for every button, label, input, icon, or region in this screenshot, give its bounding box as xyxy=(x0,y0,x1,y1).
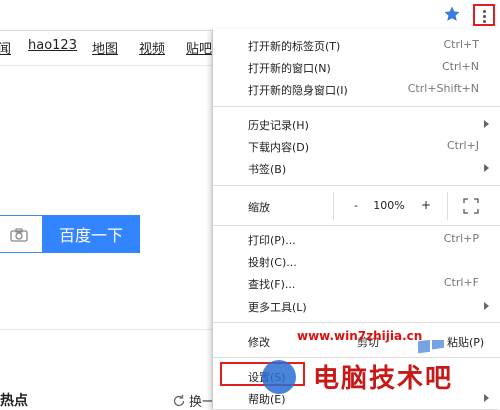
menu-item-print[interactable]: 打印(P)... Ctrl+P xyxy=(213,228,500,250)
browser-toolbar xyxy=(0,0,500,31)
nav-link-map[interactable]: 地图 xyxy=(92,38,118,57)
menu-item-cast[interactable]: 投射(C)... xyxy=(213,250,500,272)
nav-link-news[interactable]: 闻 xyxy=(0,38,11,57)
refresh-icon xyxy=(173,394,185,406)
menu-label: 下载内容(D) xyxy=(248,141,310,154)
menu-label: 打开新的标签页(T) xyxy=(248,40,341,53)
menu-label: 更多工具(L) xyxy=(248,301,307,314)
swap-button[interactable]: 换一 xyxy=(172,391,215,410)
menu-separator xyxy=(213,225,500,226)
menu-label: 历史记录(H) xyxy=(248,119,309,132)
menu-item-incognito[interactable]: 打开新的隐身窗口(I) Ctrl+Shift+N xyxy=(213,78,500,100)
menu-shortcut: Ctrl+J xyxy=(446,139,479,152)
menu-separator xyxy=(213,185,500,186)
menu-separator xyxy=(213,322,500,323)
hot-title: 热点 xyxy=(0,393,28,409)
fullscreen-icon[interactable] xyxy=(463,198,479,214)
menu-label: 缩放 xyxy=(248,201,270,214)
menu-item-more-tools[interactable]: 更多工具(L) xyxy=(213,295,500,317)
divider xyxy=(0,329,212,330)
menu-item-history[interactable]: 历史记录(H) xyxy=(213,113,500,135)
menu-label: 查找(F)... xyxy=(248,278,296,291)
camera-icon[interactable] xyxy=(10,228,28,242)
submenu-arrow-icon xyxy=(484,120,489,128)
nav-link-hao123[interactable]: hao123 xyxy=(28,38,77,53)
menu-item-zoom: 缩放 - 100% + xyxy=(213,192,500,220)
nav-link-video[interactable]: 视频 xyxy=(139,38,165,57)
menu-label: 打开新的窗口(N) xyxy=(248,62,331,75)
watermark-text: 电脑技术吧 xyxy=(313,364,454,394)
menu-shortcut: Ctrl+T xyxy=(443,38,479,51)
divider xyxy=(447,192,448,220)
menu-shortcut: Ctrl+F xyxy=(443,276,479,289)
menu-item-new-window[interactable]: 打开新的窗口(N) Ctrl+N xyxy=(213,56,500,78)
bookmark-star-icon[interactable] xyxy=(443,5,461,23)
submenu-arrow-icon xyxy=(484,164,489,172)
menu-label: 打开新的隐身窗口(I) xyxy=(248,84,348,97)
menu-label: 投射(C)... xyxy=(248,256,297,269)
menu-shortcut: Ctrl+P xyxy=(443,232,479,245)
menu-item-bookmarks[interactable]: 书签(B) xyxy=(213,157,500,179)
divider xyxy=(333,192,334,220)
menu-item-find[interactable]: 查找(F)... Ctrl+F xyxy=(213,272,500,294)
submenu-arrow-icon xyxy=(484,394,489,402)
watermark-logo-icon xyxy=(262,360,296,394)
submenu-arrow-icon xyxy=(484,302,489,310)
zoom-level: 100% xyxy=(373,199,405,212)
zoom-out-button[interactable]: - xyxy=(351,199,361,212)
menu-shortcut: Ctrl+N xyxy=(441,60,479,73)
nav-link-tieba[interactable]: 贴吧 xyxy=(186,38,212,57)
menu-label: 打印(P)... xyxy=(248,234,296,247)
menu-item-new-tab[interactable]: 打开新的标签页(T) Ctrl+T xyxy=(213,34,500,56)
menu-label: 书签(B) xyxy=(248,163,287,176)
menu-separator xyxy=(213,106,500,107)
search-button[interactable]: 百度一下 xyxy=(42,215,140,253)
menu-shortcut: Ctrl+Shift+N xyxy=(407,82,479,95)
zoom-in-button[interactable]: + xyxy=(421,198,431,212)
chrome-menu-button[interactable] xyxy=(473,4,495,26)
menu-label: 修改 xyxy=(248,336,270,349)
menu-item-downloads[interactable]: 下载内容(D) Ctrl+J xyxy=(213,135,500,157)
divider xyxy=(0,65,212,66)
